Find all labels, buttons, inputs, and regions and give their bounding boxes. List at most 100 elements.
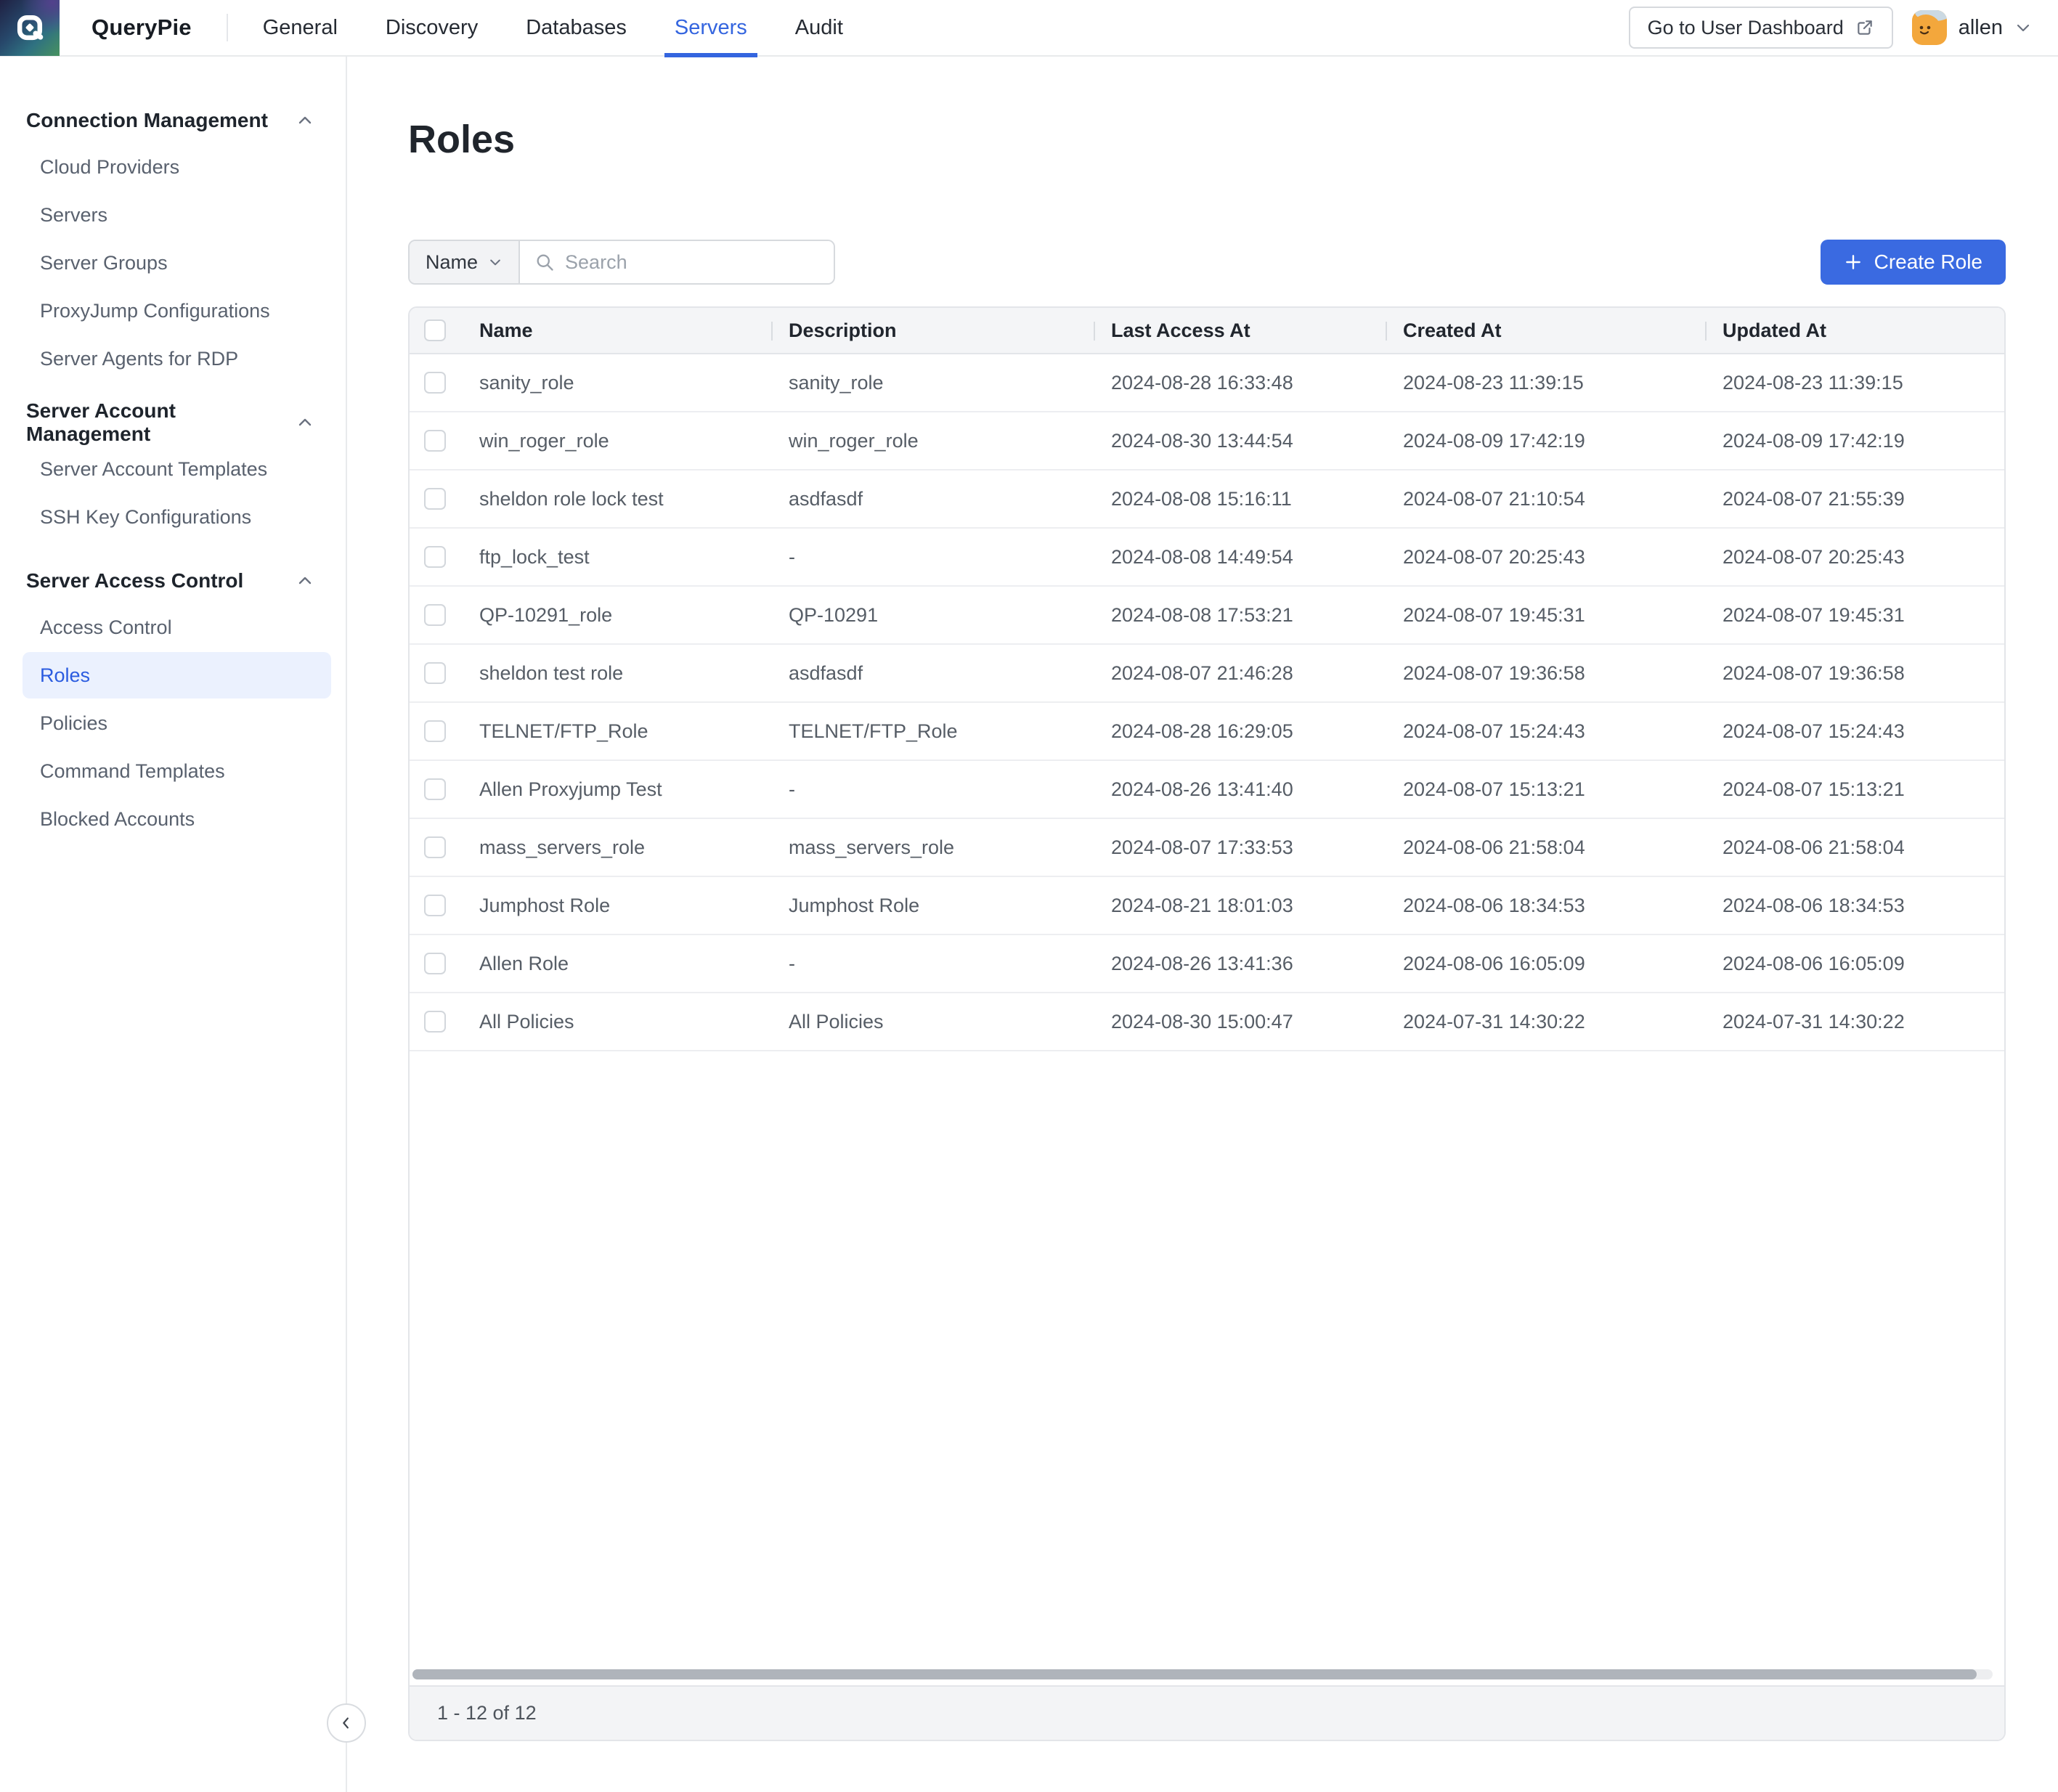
cell-updated-at: 2024-08-07 20:25:43 xyxy=(1705,546,2004,569)
cell-last-access-at: 2024-08-26 13:41:36 xyxy=(1094,953,1386,975)
table-row[interactable]: Allen Proxyjump Test - 2024-08-26 13:41:… xyxy=(410,761,2004,819)
row-checkbox[interactable] xyxy=(424,778,446,800)
cell-last-access-at: 2024-08-28 16:33:48 xyxy=(1094,372,1386,394)
cell-description: QP-10291 xyxy=(771,604,1094,627)
roles-table: NameDescriptionLast Access AtCreated AtU… xyxy=(408,306,2006,1741)
sidebar-item-cloud-providers[interactable]: Cloud Providers xyxy=(23,144,331,190)
cell-created-at: 2024-08-07 21:10:54 xyxy=(1386,488,1705,510)
search-input[interactable] xyxy=(565,251,819,274)
go-to-user-dashboard-button[interactable]: Go to User Dashboard xyxy=(1629,7,1893,49)
sidebar-item-roles[interactable]: Roles xyxy=(23,652,331,699)
sidebar-section-header[interactable]: Server Access Control xyxy=(0,558,346,604)
chevron-down-icon xyxy=(2014,19,2032,36)
row-checkbox[interactable] xyxy=(424,1011,446,1033)
row-checkbox[interactable] xyxy=(424,953,446,974)
chevron-up-icon xyxy=(296,112,314,129)
sidebar-item-access-control[interactable]: Access Control xyxy=(23,604,331,651)
cell-updated-at: 2024-08-09 17:42:19 xyxy=(1705,430,2004,452)
table-row[interactable]: Jumphost Role Jumphost Role 2024-08-21 1… xyxy=(410,877,2004,935)
table-row[interactable]: QP-10291_role QP-10291 2024-08-08 17:53:… xyxy=(410,587,2004,645)
row-checkbox[interactable] xyxy=(424,720,446,742)
tab-discovery[interactable]: Discovery xyxy=(386,0,478,56)
cell-description: win_roger_role xyxy=(771,430,1094,452)
row-checkbox[interactable] xyxy=(424,836,446,858)
sidebar-item-server-agents-for-rdp[interactable]: Server Agents for RDP xyxy=(23,335,331,382)
cell-updated-at: 2024-08-07 19:36:58 xyxy=(1705,662,2004,685)
cell-created-at: 2024-08-06 21:58:04 xyxy=(1386,836,1705,859)
cell-description: asdfasdf xyxy=(771,488,1094,510)
table-row[interactable]: Allen Role - 2024-08-26 13:41:36 2024-08… xyxy=(410,935,2004,993)
filter-field-label: Name xyxy=(426,251,478,274)
cell-updated-at: 2024-08-07 21:55:39 xyxy=(1705,488,2004,510)
cell-created-at: 2024-08-06 16:05:09 xyxy=(1386,953,1705,975)
sidebar-section: Server Access Control Access ControlRole… xyxy=(0,558,346,842)
dashboard-button-label: Go to User Dashboard xyxy=(1648,17,1844,39)
sidebar-item-command-templates[interactable]: Command Templates xyxy=(23,748,331,794)
cell-created-at: 2024-08-06 18:34:53 xyxy=(1386,895,1705,917)
table-row[interactable]: sanity_role sanity_role 2024-08-28 16:33… xyxy=(410,354,2004,412)
tab-servers[interactable]: Servers xyxy=(675,0,747,56)
controls-row: Name Create Role xyxy=(408,240,2006,285)
cell-description: sanity_role xyxy=(771,372,1094,394)
cell-name: TELNET/FTP_Role xyxy=(462,720,771,743)
row-checkbox-cell xyxy=(410,703,462,759)
row-checkbox[interactable] xyxy=(424,895,446,916)
top-bar: QueryPie GeneralDiscoveryDatabasesServer… xyxy=(0,0,2058,57)
filter-field-select[interactable]: Name xyxy=(410,241,520,283)
sidebar-item-proxyjump-configurations[interactable]: ProxyJump Configurations xyxy=(23,288,331,334)
sidebar-section-header[interactable]: Server Account Management xyxy=(0,399,346,446)
cell-created-at: 2024-08-09 17:42:19 xyxy=(1386,430,1705,452)
querypie-logo[interactable] xyxy=(0,0,60,56)
querypie-logo-icon xyxy=(11,9,49,46)
cell-name: sheldon role lock test xyxy=(462,488,771,510)
user-menu[interactable]: allen xyxy=(1912,10,2032,45)
search-icon xyxy=(534,252,555,272)
select-all-checkbox[interactable] xyxy=(424,319,446,341)
table-row[interactable]: sheldon role lock test asdfasdf 2024-08-… xyxy=(410,471,2004,529)
top-right: Go to User Dashboard xyxy=(1629,7,2058,49)
sidebar-collapse-button[interactable] xyxy=(327,1703,366,1743)
table-row[interactable]: mass_servers_role mass_servers_role 2024… xyxy=(410,819,2004,877)
row-checkbox[interactable] xyxy=(424,546,446,568)
row-checkbox[interactable] xyxy=(424,604,446,626)
user-name: allen xyxy=(1959,16,2003,40)
chevron-down-icon xyxy=(488,255,503,269)
row-checkbox-cell xyxy=(410,529,462,585)
sidebar-section-items: Cloud ProvidersServersServer GroupsProxy… xyxy=(0,144,346,382)
cell-description: mass_servers_role xyxy=(771,836,1094,859)
sidebar-section-items: Access ControlRolesPoliciesCommand Templ… xyxy=(0,604,346,842)
row-checkbox[interactable] xyxy=(424,488,446,510)
cell-last-access-at: 2024-08-21 18:01:03 xyxy=(1094,895,1386,917)
cell-name: ftp_lock_test xyxy=(462,546,771,569)
tab-general[interactable]: General xyxy=(263,0,338,56)
sidebar-item-servers[interactable]: Servers xyxy=(23,192,331,238)
sidebar-item-server-groups[interactable]: Server Groups xyxy=(23,240,331,286)
page-title: Roles xyxy=(408,119,2006,160)
column-header-updated-at: Updated At xyxy=(1705,308,2004,353)
row-checkbox[interactable] xyxy=(424,372,446,394)
sidebar-item-server-account-templates[interactable]: Server Account Templates xyxy=(23,446,331,492)
chevron-up-icon xyxy=(296,572,314,590)
table-row[interactable]: ftp_lock_test - 2024-08-08 14:49:54 2024… xyxy=(410,529,2004,587)
sidebar-item-policies[interactable]: Policies xyxy=(23,700,331,746)
create-role-label: Create Role xyxy=(1874,251,1982,274)
sidebar-item-blocked-accounts[interactable]: Blocked Accounts xyxy=(23,796,331,842)
cell-last-access-at: 2024-08-07 21:46:28 xyxy=(1094,662,1386,685)
horizontal-scrollbar-thumb[interactable] xyxy=(412,1669,1977,1679)
tab-audit[interactable]: Audit xyxy=(795,0,843,56)
sidebar-section-header[interactable]: Connection Management xyxy=(0,97,346,144)
table-row[interactable]: All Policies All Policies 2024-08-30 15:… xyxy=(410,993,2004,1051)
tab-databases[interactable]: Databases xyxy=(526,0,627,56)
table-row[interactable]: sheldon test role asdfasdf 2024-08-07 21… xyxy=(410,645,2004,703)
table-row[interactable]: TELNET/FTP_Role TELNET/FTP_Role 2024-08-… xyxy=(410,703,2004,761)
horizontal-scrollbar xyxy=(412,1669,1993,1679)
row-checkbox-cell xyxy=(410,471,462,527)
cell-created-at: 2024-08-07 20:25:43 xyxy=(1386,546,1705,569)
sidebar-item-ssh-key-configurations[interactable]: SSH Key Configurations xyxy=(23,494,331,540)
row-checkbox-cell xyxy=(410,587,462,643)
cell-description: TELNET/FTP_Role xyxy=(771,720,1094,743)
create-role-button[interactable]: Create Role xyxy=(1821,240,2006,285)
row-checkbox[interactable] xyxy=(424,430,446,452)
table-row[interactable]: win_roger_role win_roger_role 2024-08-30… xyxy=(410,412,2004,471)
row-checkbox[interactable] xyxy=(424,662,446,684)
